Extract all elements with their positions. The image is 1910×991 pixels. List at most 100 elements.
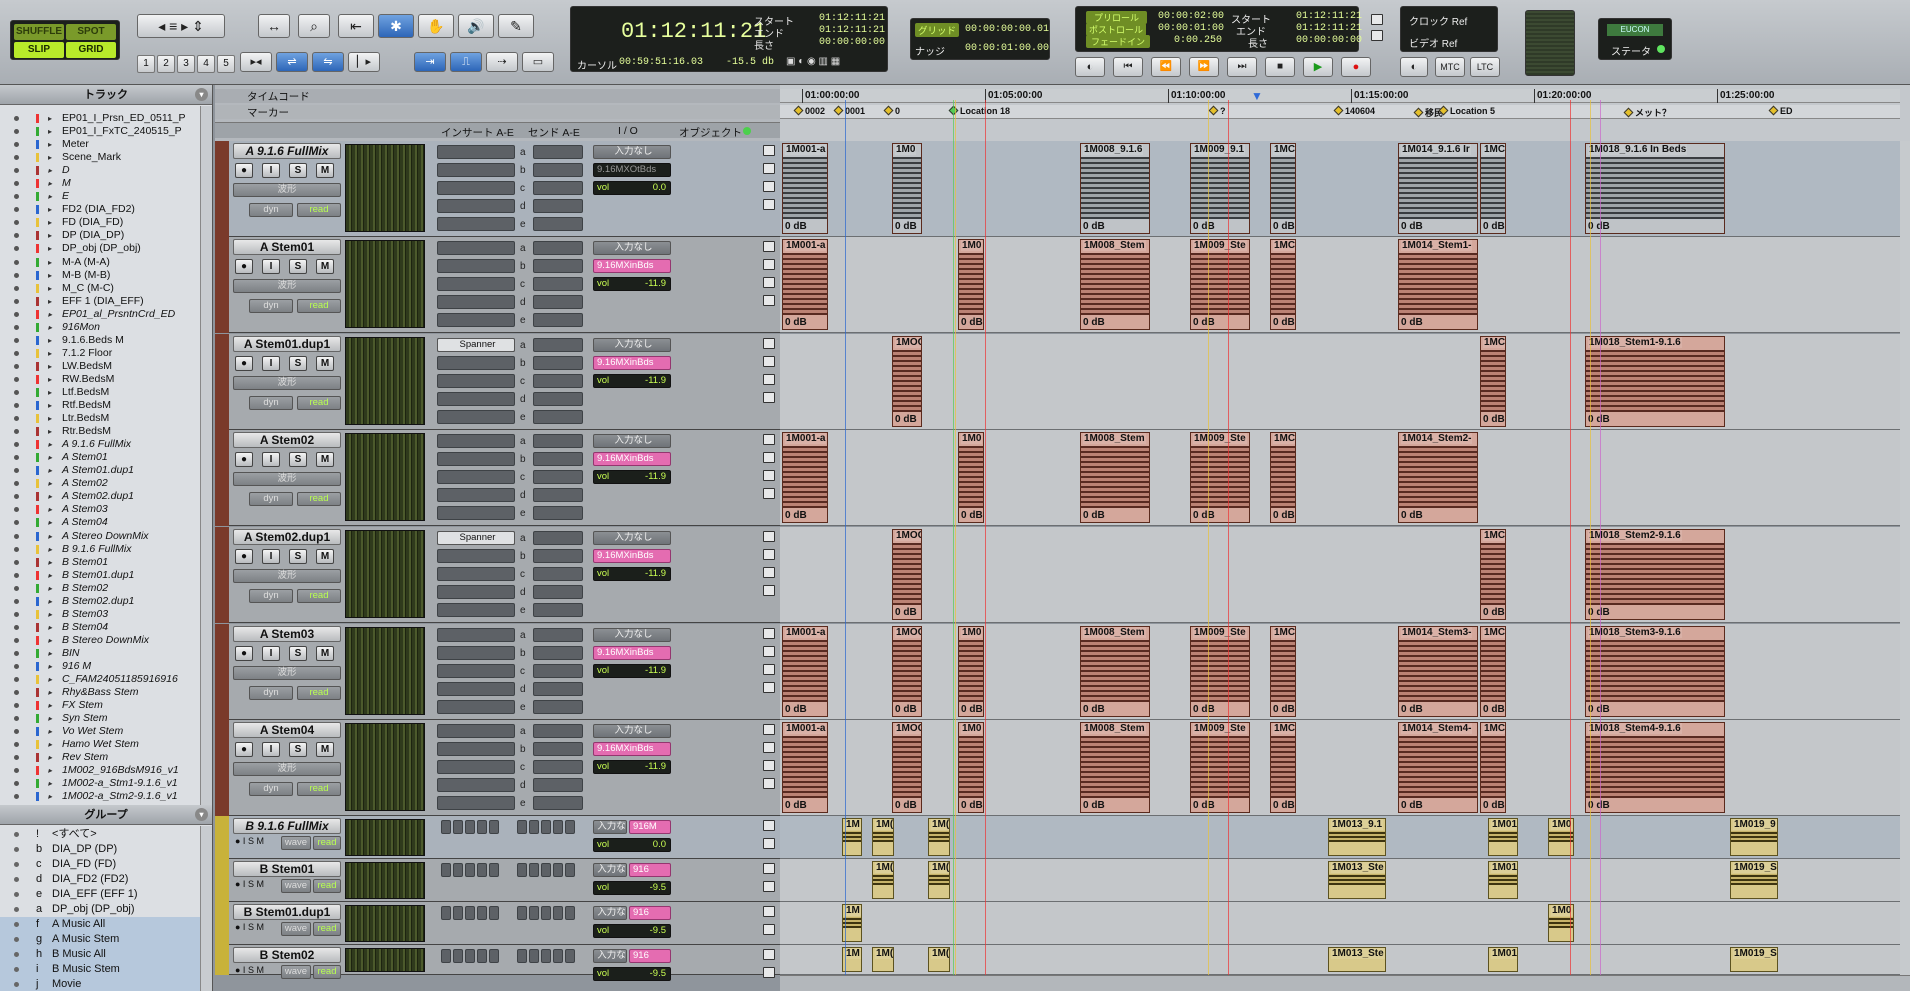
track-list-item[interactable]: ▸ B 9.1.6 FullMix [0,543,200,556]
volume-field[interactable]: vol 0.0 [593,181,671,195]
track-list-item[interactable]: ▸ Rhy&Bass Stem [0,686,200,699]
insert-slot[interactable] [477,906,487,920]
insert-slot[interactable] [437,778,515,792]
volume-field[interactable]: vol -9.5 [593,967,671,981]
clip[interactable]: 1MC 0 dB [1480,626,1506,717]
send-slot[interactable] [533,452,583,466]
track-option-icon[interactable] [763,863,775,874]
show-track-dot-icon[interactable] [14,142,19,148]
track-list-item[interactable]: ▸ B Stem01 [0,556,200,569]
track-buttons[interactable]: ● I S M [235,836,264,846]
track-option-icon[interactable] [763,392,775,403]
automation-mode-selector[interactable]: read [313,965,341,979]
send-slot[interactable] [533,760,583,774]
insert-slot[interactable] [437,488,515,502]
clip[interactable]: 1M01 [1488,818,1518,856]
show-track-dot-icon[interactable] [14,572,19,578]
track-list-item[interactable]: ▸ EP01_al_PrsntnCrd_ED [0,308,200,321]
playlist-icon[interactable]: ▭ [522,52,554,72]
spot-mode-button[interactable]: SPOT [66,24,116,40]
track-list-item[interactable]: ▸ Syn Stem [0,712,200,725]
track-list-item[interactable]: ▸ M [0,177,200,190]
show-track-dot-icon[interactable] [14,663,19,669]
insert-slot[interactable] [437,682,515,696]
mute-button[interactable]: M [316,259,334,274]
show-track-dot-icon[interactable] [14,233,19,239]
track-option-icon[interactable] [763,724,775,735]
clip[interactable]: 1MC 0 dB [1480,143,1506,234]
automation-mode-selector[interactable]: read [313,922,341,936]
clip[interactable]: 1M014_Stem4- 0 dB [1398,722,1478,813]
grid-label[interactable]: グリッド [915,23,960,37]
group-list-item[interactable]: b DIA_DP (DP) [0,842,200,857]
marker[interactable]: ED [1768,105,1793,116]
track-list-item[interactable]: ▸ M-B (M-B) [0,269,200,282]
slip-mode-button[interactable]: SLIP [14,42,64,58]
volume-field[interactable]: vol 0.0 [593,838,671,852]
counter-start[interactable]: 01:12:11:21 [819,13,885,24]
send-slot[interactable] [533,488,583,502]
send-slot[interactable] [533,628,583,642]
clip[interactable]: 1M0 0 dB [892,143,922,234]
clip[interactable]: 1M01 [1488,947,1518,972]
send-slot[interactable] [533,664,583,678]
automation-mode-selector[interactable]: read [297,203,341,217]
link-timeline-icon[interactable]: ⇌ [276,52,308,72]
group-list-item[interactable]: f A Music All [0,917,200,932]
clip[interactable]: 1M009_9.1 0 dB [1190,143,1250,234]
group-active-dot-icon[interactable] [14,937,19,942]
insert-slot[interactable] [477,820,487,834]
show-track-dot-icon[interactable] [14,507,19,513]
track-list-item[interactable]: ▸ 7.1.2 Floor [0,347,200,360]
track-option-icon[interactable] [763,628,775,639]
send-slot[interactable] [533,259,583,273]
show-track-dot-icon[interactable] [14,637,19,643]
show-track-dot-icon[interactable] [14,259,19,265]
volume-field[interactable]: vol -11.9 [593,374,671,388]
tracks-menu-icon[interactable]: ▾ [195,88,208,101]
track-list-item[interactable]: ▸ A Stem03 [0,503,200,516]
clip[interactable]: 1M008_9.1.6 0 dB [1080,143,1150,234]
send-slot[interactable] [553,863,563,877]
clip[interactable]: 1M009_Ste 0 dB [1190,626,1250,717]
track-list-item[interactable]: ▸ LW.BedsM [0,360,200,373]
relative-grid-icon[interactable]: ⇢ [486,52,518,72]
send-slot[interactable] [529,906,539,920]
show-track-dot-icon[interactable] [14,324,19,330]
insert-slot[interactable] [437,742,515,756]
track-list-item[interactable]: ▸ FD (DIA_FD) [0,216,200,229]
track-option-icon[interactable] [763,374,775,385]
clip[interactable]: 1M009_Ste 0 dB [1190,432,1250,523]
clip[interactable]: 1M001-a 0 dB [782,626,828,717]
send-slot[interactable] [533,374,583,388]
horizontal-scrollbar[interactable] [780,975,1910,991]
send-slot[interactable] [533,742,583,756]
clip[interactable]: 1M018_Stem1-9.1.6 0 dB [1585,336,1725,427]
track-name[interactable]: B Stem01 [233,861,341,877]
send-slot[interactable] [533,724,583,738]
clip[interactable]: 1M013_Ste [1328,861,1386,899]
clip[interactable]: 1M( [872,947,894,972]
send-slot[interactable] [565,906,575,920]
counter-options-icon[interactable]: ▣ ◐ ◉ ▥ ▦ [786,56,840,67]
track-option-icon[interactable] [763,682,775,693]
track-list-item[interactable]: ▸ M-A (M-A) [0,256,200,269]
automation-mode-selector[interactable]: read [313,836,341,850]
send-slot[interactable] [541,820,551,834]
automation-mode-selector[interactable]: read [297,686,341,700]
input-monitor-button[interactable]: I [262,259,280,274]
show-track-dot-icon[interactable] [14,546,19,552]
show-track-dot-icon[interactable] [14,703,19,709]
show-track-dot-icon[interactable] [14,650,19,656]
volume-field[interactable]: vol -11.9 [593,470,671,484]
track-buttons[interactable]: ● I S M [235,922,264,932]
solo-button[interactable]: S [289,452,307,467]
clip[interactable]: 1M019_S [1730,947,1778,972]
grid-mode-button[interactable]: GRID [66,42,116,58]
clip[interactable]: 1M013_Ste [1328,947,1386,972]
eucon-label[interactable]: EUCON [1607,24,1663,36]
playhead-icon[interactable]: ▼ [1251,89,1263,103]
send-slot[interactable] [533,163,583,177]
track-list-item[interactable]: ▸ Ltf.BedsM [0,386,200,399]
mtc-button[interactable]: MTC [1435,57,1465,77]
